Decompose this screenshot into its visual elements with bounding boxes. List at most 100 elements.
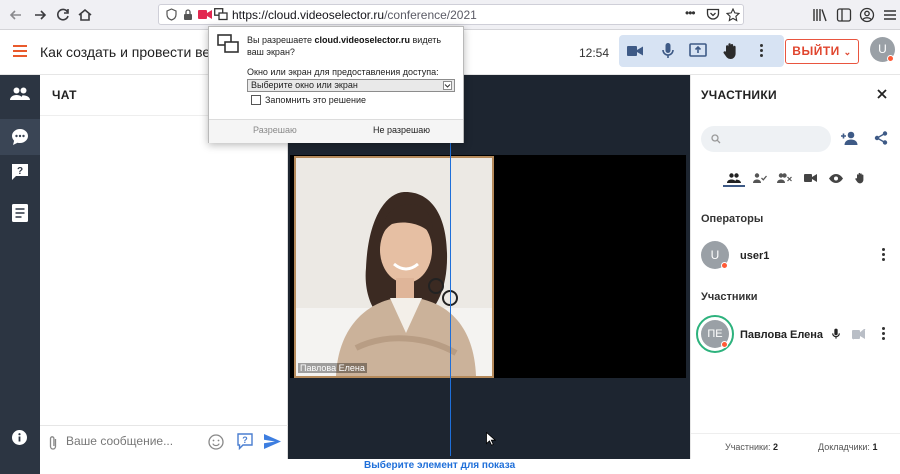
forward-arrow-icon[interactable] <box>30 5 50 25</box>
speakers-count-label: Докладчики: <box>818 442 870 452</box>
user-avatar-initial: U <box>878 42 887 56</box>
participants-counts: Участники: 2 Докладчики: 1 <box>691 433 900 459</box>
participant-avatar: ПЕ <box>701 320 729 348</box>
camera-permission-icon[interactable] <box>198 9 212 20</box>
participant-options-icon[interactable] <box>882 327 886 342</box>
filter-video-icon[interactable] <box>804 173 817 183</box>
speakers-count: Докладчики: 1 <box>818 442 877 452</box>
exit-button[interactable]: ВЫЙТИ ⌄ <box>785 39 859 64</box>
lock-icon[interactable] <box>182 8 194 21</box>
participants-title: УЧАСТНИКИ <box>701 88 777 102</box>
clock: 12:54 <box>579 46 610 60</box>
hamburger-menu-icon[interactable] <box>883 8 897 22</box>
pocket-icon[interactable] <box>706 8 720 21</box>
participants-count-label: Участники: <box>725 442 771 452</box>
bookmark-star-icon[interactable] <box>726 8 740 22</box>
questions-icon[interactable]: ? <box>11 163 29 181</box>
page-actions-button[interactable]: ••• <box>685 6 696 20</box>
dialog-button-bar: Разрешаю Не разрешаю <box>209 119 463 143</box>
participants-count-value: 2 <box>773 442 779 452</box>
filter-raised-hand-icon[interactable] <box>855 172 865 184</box>
filter-active-underline <box>723 185 745 187</box>
participant-video[interactable]: Павлова Елена <box>294 156 494 378</box>
shield-icon[interactable] <box>165 8 178 21</box>
svg-text:?: ? <box>242 435 248 445</box>
menu-icon[interactable] <box>13 45 27 57</box>
search-icon <box>711 134 721 144</box>
operator-status-dot <box>721 262 728 269</box>
participants-tab-icon[interactable] <box>10 87 30 101</box>
participant-microphone-icon[interactable] <box>832 328 840 340</box>
operator-options-icon[interactable] <box>882 248 886 263</box>
dropdown-arrow-icon <box>443 81 452 90</box>
sidebar-toggle-icon[interactable] <box>836 7 852 23</box>
user-avatar[interactable]: U <box>870 37 895 62</box>
url-text: https://cloud.videoselector.ru/conferenc… <box>232 8 477 22</box>
participants-panel: УЧАСТНИКИ Операторы U user1 Участники ПЕ… <box>690 75 900 459</box>
chat-tab[interactable] <box>0 119 40 155</box>
add-participant-icon[interactable] <box>841 131 859 145</box>
remember-decision-checkbox[interactable] <box>251 95 261 105</box>
operator-name: user1 <box>740 250 770 262</box>
svg-text:?: ? <box>17 166 23 177</box>
annotation-caption: Выберите элемент для показа <box>364 460 516 471</box>
filter-removed-icon[interactable] <box>777 173 792 183</box>
camera-icon[interactable] <box>627 44 643 58</box>
info-icon[interactable] <box>12 430 27 445</box>
speakers-count-value: 1 <box>872 442 878 452</box>
library-icon[interactable] <box>812 7 828 23</box>
account-icon[interactable] <box>859 7 875 23</box>
operator-row[interactable]: U user1 <box>691 236 900 276</box>
emoji-icon[interactable] <box>208 434 224 450</box>
members-section-title: Участники <box>701 291 758 303</box>
media-controls <box>619 35 784 67</box>
participant-video-frame <box>296 158 492 376</box>
participants-search-input[interactable] <box>701 126 831 152</box>
home-icon[interactable] <box>75 5 95 25</box>
exit-label: ВЫЙТИ <box>792 44 840 58</box>
share-icon[interactable] <box>874 131 888 145</box>
participants-count: Участники: 2 <box>725 442 778 452</box>
raise-hand-icon[interactable] <box>723 42 738 60</box>
chat-message-input[interactable] <box>66 434 206 448</box>
filter-viewers-icon[interactable] <box>829 174 843 183</box>
address-bar[interactable]: https://cloud.videoselector.ru/conferenc… <box>158 4 744 25</box>
reload-icon[interactable] <box>53 5 73 25</box>
participant-status-dot <box>721 341 728 348</box>
screen-share-button-icon[interactable] <box>689 43 707 58</box>
chat-title: ЧАТ <box>52 88 77 102</box>
mouse-cursor-icon <box>486 432 496 446</box>
dialog-question: Вы разрешаете cloud.videoselector.ru вид… <box>247 34 459 58</box>
microphone-icon[interactable] <box>662 43 674 59</box>
attach-icon[interactable] <box>48 435 58 451</box>
dialog-select-label: Окно или экран для предоставления доступ… <box>247 67 439 77</box>
participant-camera-off-icon[interactable] <box>852 329 866 340</box>
participant-name: Павлова Елена <box>740 329 824 341</box>
operator-avatar-initial: U <box>710 248 720 262</box>
chevron-down-icon: ⌄ <box>843 47 852 57</box>
ask-question-icon[interactable]: ? <box>237 433 253 450</box>
page-title: Как создать и провести вебинар <box>40 44 212 60</box>
dialog-question-prefix: Вы разрешаете <box>247 35 315 45</box>
allow-button[interactable]: Разрешаю <box>253 125 297 135</box>
participant-row[interactable]: ПЕ Павлова Елена <box>691 312 900 358</box>
chat-input-row: ? <box>40 425 288 459</box>
screen-select-dropdown[interactable]: Выберите окно или экран <box>247 79 455 92</box>
close-icon[interactable] <box>877 89 887 99</box>
more-options-icon[interactable] <box>760 44 764 59</box>
deny-button[interactable]: Не разрешаю <box>373 125 430 135</box>
participant-video-name: Павлова Елена <box>298 363 367 373</box>
notes-icon[interactable] <box>12 204 28 222</box>
filter-approved-icon[interactable] <box>753 173 767 183</box>
filter-all-icon[interactable] <box>723 173 745 187</box>
back-arrow-icon[interactable] <box>6 5 26 25</box>
url-host: https://cloud.videoselector.ru <box>232 8 385 22</box>
operators-section-title: Операторы <box>701 213 764 225</box>
send-icon[interactable] <box>264 434 281 449</box>
dialog-question-host: cloud.videoselector.ru <box>314 35 411 45</box>
left-rail: ? <box>0 75 40 474</box>
operator-avatar: U <box>701 241 729 269</box>
screen-share-icon[interactable] <box>214 8 228 21</box>
url-path: /conference/2021 <box>384 8 477 22</box>
participant-avatar-initial: ПЕ <box>707 328 723 340</box>
